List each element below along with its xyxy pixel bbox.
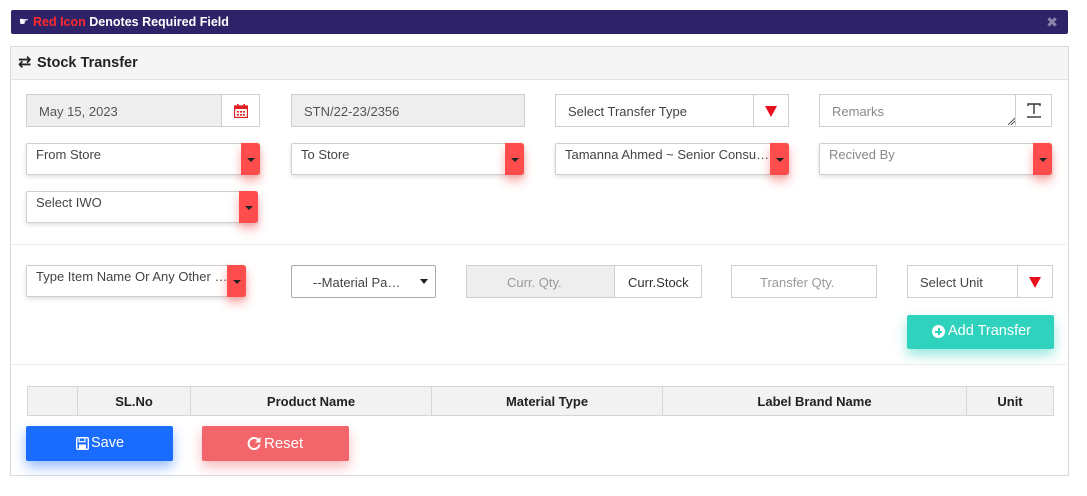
close-icon[interactable]: ✖ [1046,14,1058,31]
column-header-unit: Unit [966,386,1054,416]
dropdown-triangle-icon [765,106,777,117]
save-button[interactable]: Save [26,426,173,461]
item-search-select[interactable]: Type Item Name Or Any Other … [26,265,246,297]
resize-handle-icon [1007,117,1015,125]
dropdown-caret-icon [241,143,260,175]
transfer-qty-field[interactable]: Transfer Qty. [731,265,877,298]
table-header-row: SL.No Product Name Material Type Label B… [27,386,1054,416]
transfer-date-field[interactable]: May 15, 2023 [26,94,260,127]
reset-button[interactable]: Reset [202,426,349,461]
dropdown-caret-icon [770,143,789,175]
calendar-button[interactable] [221,95,259,126]
text-format-icon [1027,103,1041,118]
transfer-type-select[interactable]: Select Transfer Type [555,94,789,127]
column-header-material-type: Material Type [431,386,663,416]
panel-header: ⇄ Stock Transfer [11,47,1068,80]
pointing-hand-icon: ☛ [19,16,29,28]
column-header-product-name: Product Name [190,386,432,416]
employee-select[interactable]: Tamanna Ahmed ~ Senior Consu… [555,143,789,175]
text-format-button[interactable] [1015,95,1051,126]
column-header-sl-no: SL.No [77,386,191,416]
material-package-select[interactable]: --Material Pa… [291,265,436,298]
required-field-notice: ☛ Red Icon Denotes Required Field ✖ [11,10,1068,34]
divider [12,364,1069,365]
transfer-items-table: SL.No Product Name Material Type Label B… [27,386,1054,416]
notice-highlight: Red Icon [33,15,86,29]
dropdown-caret-icon [1033,143,1052,175]
remarks-field[interactable]: Remarks [819,94,1052,127]
iwo-select[interactable]: Select IWO [26,191,258,223]
stock-transfer-panel: ⇄ Stock Transfer May 15, 2023 STN/22-23/… [10,46,1069,476]
dropdown-caret-icon [239,191,258,223]
notice-text: Denotes Required Field [89,15,229,29]
unit-select[interactable]: Select Unit [907,265,1053,298]
transfer-arrows-icon: ⇄ [18,54,32,71]
calendar-icon [234,104,248,118]
chevron-down-icon [420,279,428,284]
to-store-select[interactable]: To Store [291,143,524,175]
plus-circle-icon [932,325,945,338]
refresh-icon [247,437,261,450]
add-transfer-button[interactable]: Add Transfer [907,315,1054,349]
current-qty-field[interactable]: Curr. Qty. [466,265,615,298]
panel-title: Stock Transfer [37,55,138,71]
dropdown-caret-icon [505,143,524,175]
stn-number-field[interactable]: STN/22-23/2356 [291,94,525,127]
column-header-label-brand-name: Label Brand Name [662,386,967,416]
dropdown-caret-icon [227,265,246,297]
from-store-select[interactable]: From Store [26,143,260,175]
save-disk-icon [76,437,89,450]
divider [12,244,1069,245]
column-header-checkbox [27,386,78,416]
dropdown-triangle-icon [1029,277,1041,288]
current-stock-label: Curr.Stock [614,265,702,298]
received-by-select[interactable]: Recived By [819,143,1052,175]
